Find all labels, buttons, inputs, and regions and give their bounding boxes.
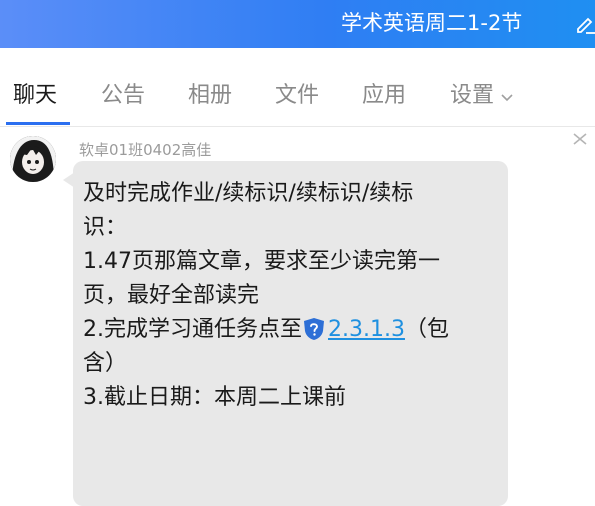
message-line-4: 页，最好全部读完 (83, 283, 260, 308)
active-tab-indicator (6, 122, 70, 125)
title-bar: 学术英语周二1-2节 (0, 0, 595, 48)
tab-album[interactable]: 相册 (188, 81, 232, 111)
message-line-3: 1.47页那篇文章，要求至少读完第一 (83, 249, 440, 274)
tab-settings-label: 设置 (450, 83, 495, 108)
message-line-6: 含） (83, 351, 128, 376)
close-icon[interactable] (572, 130, 588, 145)
task-link[interactable]: 2.3.1.3 (328, 317, 405, 342)
message-bubble[interactable]: 及时完成作业/续标识/续标识/续标 识： 1.47页那篇文章，要求至少读完第一 … (73, 161, 508, 506)
tab-settings[interactable]: 设置 (450, 81, 514, 111)
pencil-icon[interactable] (575, 14, 595, 34)
tab-bar: 聊天 公告 相册 文件 应用 设置 (0, 48, 595, 127)
message-line-1: 及时完成作业/续标识/续标识/续标 (83, 181, 414, 206)
tab-files[interactable]: 文件 (275, 81, 319, 111)
message-line-5: 2.完成学习通任务点至 2.3.1.3（包 (83, 313, 503, 347)
tab-apps[interactable]: 应用 (362, 81, 406, 111)
message-text: 及时完成作业/续标识/续标识/续标 识： 1.47页那篇文章，要求至少读完第一 … (83, 177, 503, 415)
shield-question-icon (302, 317, 326, 341)
chevron-down-icon (500, 81, 514, 111)
sender-name: 软卓01班0402高佳 (79, 141, 212, 159)
tab-chat[interactable]: 聊天 (13, 81, 57, 111)
tab-announcement[interactable]: 公告 (101, 81, 145, 111)
message-line-7: 3.截止日期：本周二上课前 (83, 385, 346, 410)
window-title: 学术英语周二1-2节 (341, 11, 523, 35)
message-line-2: 识： (83, 215, 128, 240)
avatar[interactable] (10, 136, 56, 182)
message-line-5-prefix: 2.完成学习通任务点至 (83, 317, 302, 342)
message-line-5-suffix: （包 (404, 317, 449, 342)
